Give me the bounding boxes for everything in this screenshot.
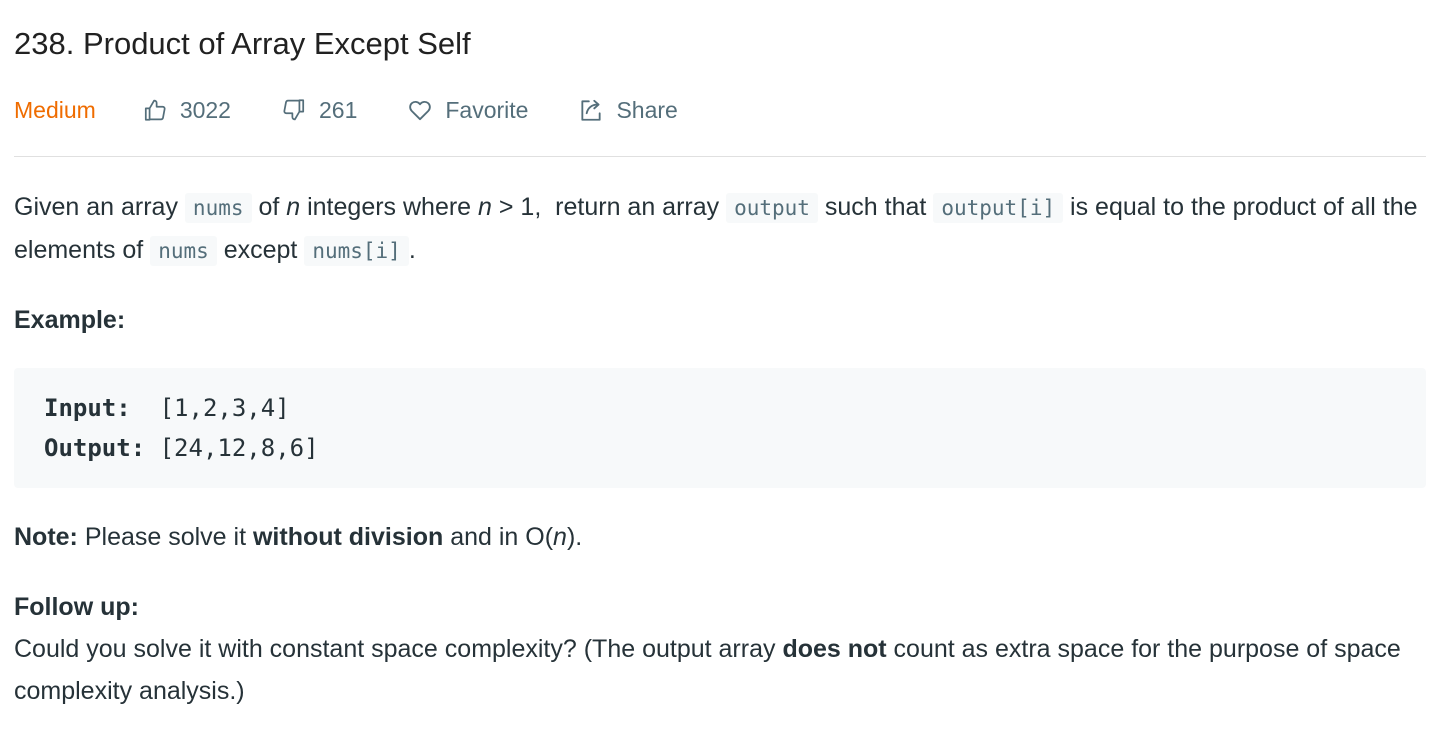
favorite-button[interactable]: Favorite <box>407 97 528 124</box>
inline-code-output-i: output[i] <box>933 193 1064 223</box>
dislike-button[interactable]: 261 <box>281 97 357 124</box>
description-text: of <box>251 193 287 221</box>
inline-code-output: output <box>726 193 818 223</box>
problem-meta-bar: Medium 3022 261 Favorite Share <box>14 90 728 130</box>
thumbs-up-icon <box>144 99 166 121</box>
note-emphasis: without division <box>252 523 444 551</box>
example-output-label: Output: <box>44 434 146 462</box>
description-text: > 1, return an array <box>491 193 727 221</box>
inline-code-nums: nums <box>184 193 252 223</box>
share-label: Share <box>616 96 678 123</box>
description-text: . <box>408 236 416 264</box>
like-button[interactable]: 3022 <box>142 97 231 124</box>
follow-up-text: Could you solve it with constant space c… <box>14 635 783 663</box>
variable-n: n <box>286 193 301 221</box>
share-button[interactable]: Share <box>578 96 678 124</box>
like-count: 3022 <box>179 96 231 123</box>
variable-n: n <box>478 193 492 221</box>
example-output-value: [24,12,8,6] <box>145 434 319 462</box>
description-paragraph: Given an array nums of n integers where … <box>14 186 1426 272</box>
dislike-count: 261 <box>318 96 358 123</box>
note-label: Note: <box>14 523 78 551</box>
note-paragraph: Note: Please solve it without division a… <box>14 516 1426 558</box>
variable-n: n <box>553 523 567 551</box>
follow-up-emphasis: does not <box>782 635 887 663</box>
description-text: such that <box>817 193 934 221</box>
follow-up-heading: Follow up: <box>14 593 139 621</box>
example-input-label: Input: <box>44 394 146 422</box>
problem-page: 238. Product of Array Except Self Medium… <box>0 0 1430 750</box>
difficulty-label: Medium <box>14 96 96 123</box>
description-text: except <box>216 236 305 264</box>
problem-title: 238. Product of Array Except Self <box>14 26 471 61</box>
heart-icon <box>409 100 432 121</box>
note-text: Please solve it <box>77 523 253 551</box>
thumbs-down-icon <box>283 99 305 121</box>
share-icon <box>581 99 602 121</box>
header-divider <box>14 156 1426 157</box>
favorite-label: Favorite <box>445 96 529 123</box>
note-text: and in O( <box>443 523 554 551</box>
description-text: integers where <box>300 193 479 221</box>
follow-up-paragraph: Could you solve it with constant space c… <box>14 628 1426 712</box>
inline-code-nums: nums <box>150 236 217 266</box>
example-input-value: [1,2,3,4] <box>145 394 290 422</box>
note-text: ). <box>566 523 583 551</box>
example-heading: Example: <box>14 306 126 334</box>
problem-description: Given an array nums of n integers where … <box>14 186 1426 712</box>
inline-code-nums-i: nums[i] <box>304 236 409 266</box>
description-text: Given an array <box>14 193 185 221</box>
example-code-block: Input: [1,2,3,4] Output: [24,12,8,6] <box>14 368 1426 488</box>
